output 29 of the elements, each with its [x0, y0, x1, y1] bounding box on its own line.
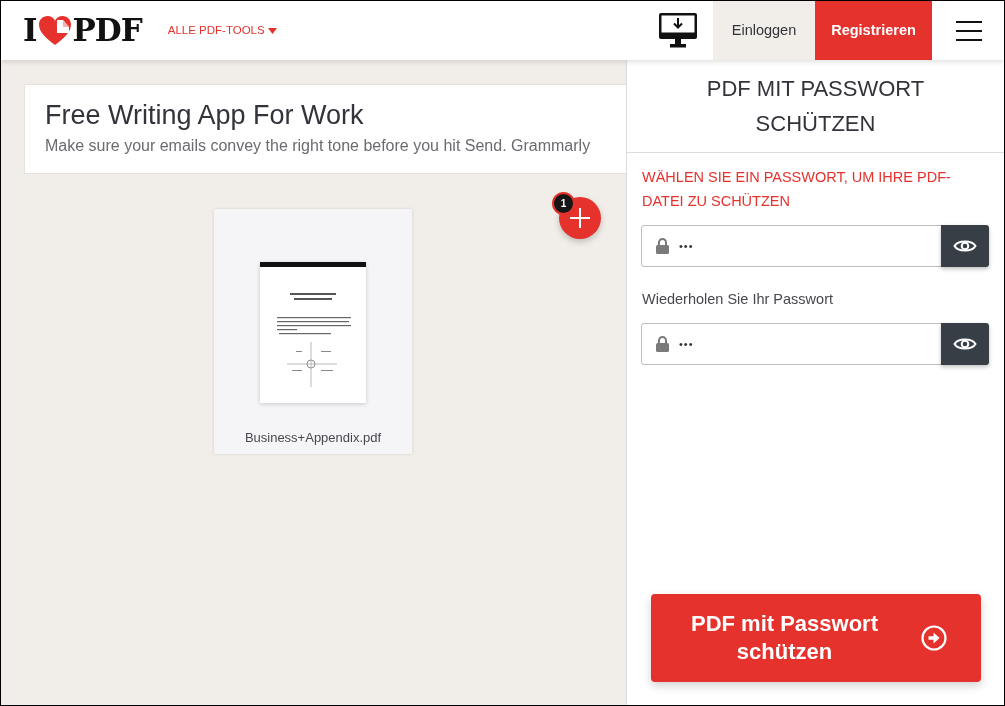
ad-title: Free Writing App For Work [45, 99, 365, 132]
password-prompt: WÄHLEN SIE EIN PASSWORT, UM IHRE PDF-DATEI ZU SCHÜTZEN [642, 168, 952, 211]
lock-icon [656, 336, 669, 352]
logo-wordmark[interactable]: PDF [72, 15, 142, 46]
plus-icon [570, 208, 590, 228]
desktop-download-icon [659, 13, 697, 48]
register-button[interactable]: Registrieren [815, 1, 932, 60]
ad-text: Make sure your emails convey the right tone before you hit Send. Grammarly [45, 136, 592, 157]
file-count-badge: 1 [552, 192, 575, 215]
login-button[interactable]: Einloggen [713, 1, 815, 60]
panel-title: PDF MIT PASSWORT SCHÜTZEN [705, 75, 926, 138]
eye-icon [953, 238, 977, 254]
lock-icon [656, 238, 669, 254]
caret-icon [267, 27, 277, 34]
ad-banner[interactable]: Free Writing App For Work Make sure your emails convey the right tone before you hit Send. Grammarly [24, 84, 626, 174]
arrow-circle-icon [920, 625, 947, 651]
heart-icon [37, 15, 72, 46]
show-password-button[interactable] [941, 323, 989, 365]
menu-icon[interactable] [956, 20, 982, 41]
show-password-button[interactable] [941, 225, 989, 267]
logo-letter[interactable]: I [23, 15, 37, 46]
file-name: Business+Appendix.pdf [244, 428, 382, 447]
password-field[interactable]: ••• [641, 225, 942, 267]
eye-icon [953, 336, 977, 352]
file-card[interactable]: Business+Appendix.pdf [214, 209, 412, 454]
password-field[interactable]: ••• [641, 323, 942, 365]
protect-pdf-button[interactable]: PDF mit Passwort schützen [650, 594, 981, 682]
field-label: Wiederholen Sie Ihr Passwort [642, 290, 834, 309]
tools-menu-link[interactable]: ALLE PDF-TOOLS [167, 21, 277, 40]
